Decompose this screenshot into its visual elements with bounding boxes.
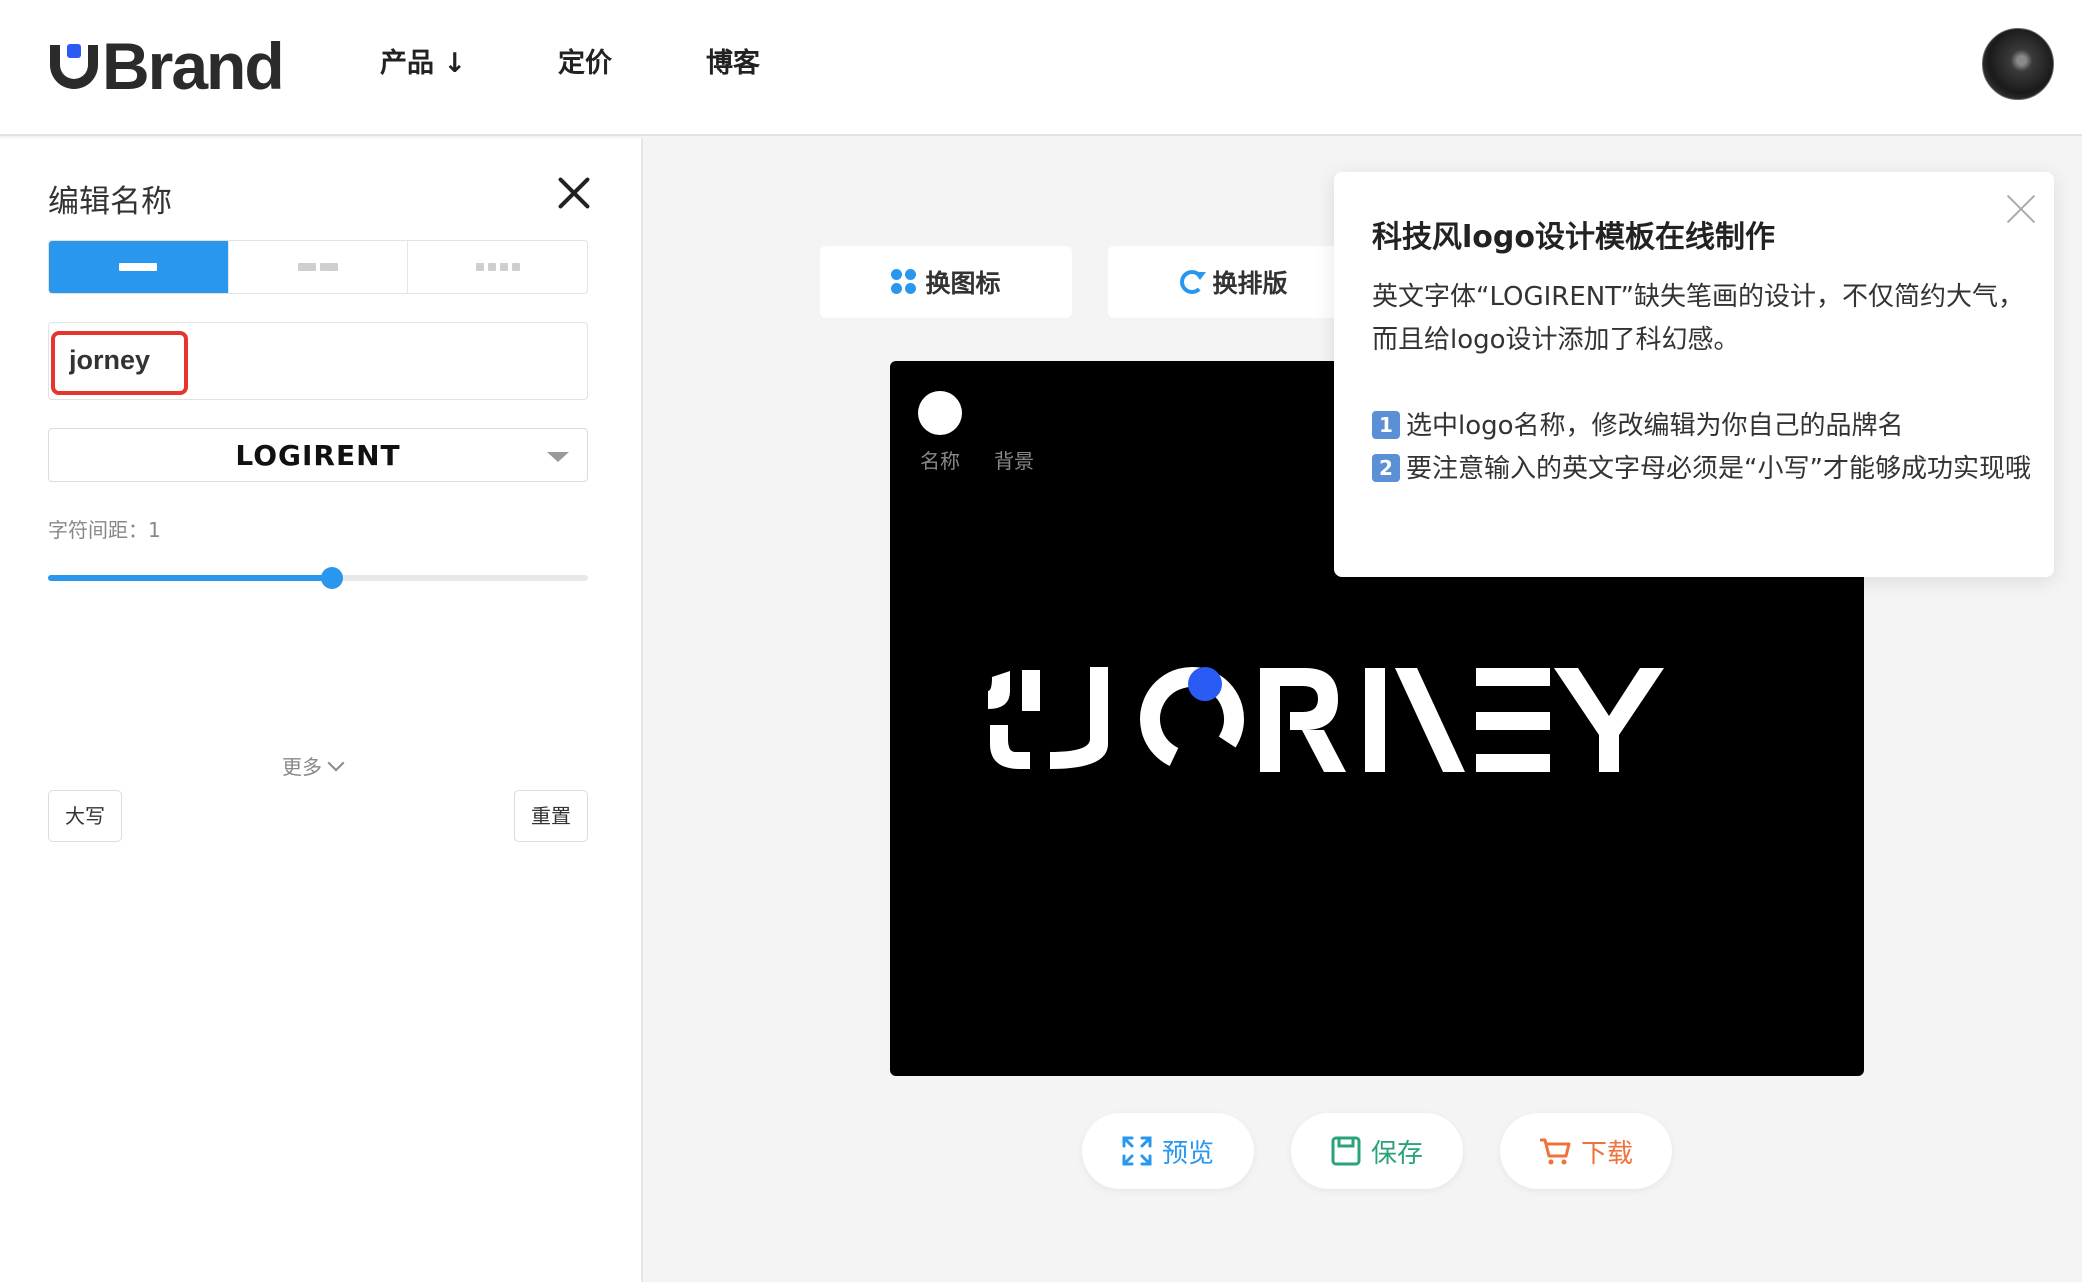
nav-products[interactable]: 产品 ↓	[380, 42, 558, 86]
edit-name-panel: 编辑名称 LOGIRENT 字符间距：1 更多 大写 重置	[0, 138, 643, 1282]
save-label: 保存	[1370, 1138, 1423, 1169]
change-layout-label: 换排版	[1212, 269, 1288, 298]
style-option-3[interactable]	[408, 241, 587, 293]
logo-u-mark	[50, 44, 98, 93]
slider-thumb[interactable]	[321, 567, 343, 589]
cart-icon	[1539, 1138, 1571, 1165]
download-button[interactable]: 下载	[1500, 1113, 1672, 1189]
download-label: 下载	[1580, 1138, 1633, 1169]
reset-button[interactable]: 重置	[514, 790, 588, 842]
ubrand-logo[interactable]: Brand	[50, 26, 285, 106]
logo-letter-y	[1554, 668, 1664, 772]
spacing-slider[interactable]	[48, 566, 588, 590]
apps-icon	[891, 269, 917, 295]
font-name: LOGIRENT	[235, 439, 401, 472]
popover-close-icon[interactable]	[2006, 194, 2036, 224]
name-input[interactable]	[69, 337, 189, 383]
logo-accent-dot	[1188, 667, 1222, 701]
style-option-1[interactable]	[49, 241, 229, 293]
style-option-2[interactable]	[229, 241, 409, 293]
popover-step-1: 1 选中logo名称，修改编辑为你自己的品牌名	[1372, 405, 2032, 448]
popover-body: 英文字体“LOGIRENT”缺失笔画的设计，不仅简约大气，而且给logo设计添加…	[1372, 276, 2032, 491]
logo-letter-o	[1140, 667, 1244, 771]
slider-fill	[48, 575, 332, 581]
change-icon-button[interactable]: 换图标	[820, 246, 1072, 318]
nav-blog[interactable]: 博客	[706, 42, 760, 86]
panel-title: 编辑名称	[48, 184, 172, 220]
logo-text: Brand	[102, 29, 285, 103]
popover-description: 英文字体“LOGIRENT”缺失笔画的设计，不仅简约大气，而且给logo设计添加…	[1372, 282, 2025, 355]
save-button[interactable]: 保存	[1291, 1113, 1463, 1189]
user-avatar[interactable]	[1982, 28, 2054, 100]
number-1-icon: 1	[1372, 411, 1400, 439]
number-2-icon: 2	[1372, 454, 1400, 482]
popover-title: 科技风logo设计模板在线制作	[1372, 220, 1775, 255]
logo-letter-e	[1476, 668, 1550, 772]
popover-step-2: 2 要注意输入的英文字母必须是“小写”才能够成功实现哦	[1372, 448, 2032, 491]
preview-button[interactable]: 预览	[1082, 1113, 1254, 1189]
save-icon	[1331, 1136, 1361, 1166]
main-nav: 产品 ↓ 定价 博客	[380, 42, 760, 86]
logo-letter-j	[988, 667, 1108, 769]
nav-pricing[interactable]: 定价	[558, 42, 706, 86]
logo-letter-r	[1260, 668, 1346, 772]
change-layout-button[interactable]: 换排版	[1108, 246, 1360, 318]
expand-icon	[1122, 1136, 1152, 1166]
top-header: Brand 产品 ↓ 定价 博客	[0, 0, 2082, 136]
logo-letter-n	[1365, 668, 1465, 772]
more-label: 更多	[282, 755, 322, 779]
spacing-label: 字符间距：1	[48, 518, 161, 542]
panel-close-icon[interactable]	[556, 174, 592, 210]
template-info-popover: 科技风logo设计模板在线制作 英文字体“LOGIRENT”缺失笔画的设计，不仅…	[1334, 172, 2054, 577]
chevron-down-icon	[327, 754, 345, 771]
uppercase-button[interactable]: 大写	[48, 790, 122, 842]
font-select[interactable]: LOGIRENT	[48, 428, 588, 482]
name-input-box	[48, 322, 588, 400]
caret-down-icon	[547, 452, 569, 462]
refresh-icon	[1180, 270, 1207, 294]
change-icon-label: 换图标	[925, 269, 1001, 298]
preview-label: 预览	[1161, 1138, 1214, 1169]
text-style-segment	[48, 240, 588, 294]
more-toggle[interactable]: 更多	[282, 751, 345, 780]
